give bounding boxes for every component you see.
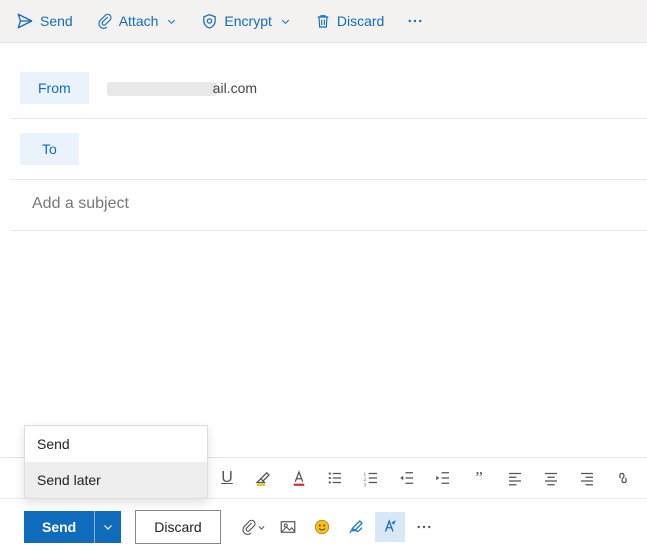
quote-button[interactable]: ” xyxy=(464,463,494,493)
discard-button[interactable]: Discard xyxy=(135,510,220,544)
highlight-button[interactable] xyxy=(248,463,278,493)
align-right-icon xyxy=(578,469,596,487)
chevron-down-icon xyxy=(257,523,266,532)
link-icon xyxy=(614,469,632,487)
send-menu: Send Send later xyxy=(24,425,208,499)
message-headers: From ail.com To xyxy=(0,43,647,231)
send-icon xyxy=(16,12,34,30)
send-command[interactable]: Send xyxy=(6,6,83,36)
highlight-icon xyxy=(254,469,272,487)
redacted-text xyxy=(107,82,217,96)
indent-icon xyxy=(434,469,452,487)
trash-icon xyxy=(315,12,331,30)
format-toggle-icon xyxy=(381,518,399,536)
chevron-down-icon xyxy=(280,16,291,27)
insert-picture-button[interactable] xyxy=(273,512,303,542)
align-center-icon xyxy=(542,469,560,487)
send-split-button: Send xyxy=(24,511,121,543)
shield-icon xyxy=(201,12,218,30)
encrypt-command-label: Encrypt xyxy=(224,13,271,29)
subject-row xyxy=(10,180,647,231)
outdent-button[interactable] xyxy=(392,463,422,493)
quick-actions xyxy=(239,512,439,542)
align-center-button[interactable] xyxy=(536,463,566,493)
link-button[interactable] xyxy=(608,463,638,493)
from-row: From ail.com xyxy=(10,44,647,119)
discard-button-label: Discard xyxy=(154,519,201,535)
outdent-icon xyxy=(398,469,416,487)
attach-file-button[interactable] xyxy=(239,512,269,542)
attach-icon xyxy=(97,12,113,30)
more-actions-button[interactable] xyxy=(409,512,439,542)
send-button-label: Send xyxy=(42,519,76,535)
attach-icon xyxy=(241,518,257,536)
send-dropdown-toggle[interactable] xyxy=(94,511,121,543)
number-list-icon: 123 xyxy=(362,469,380,487)
discard-command-label: Discard xyxy=(337,13,384,29)
send-command-label: Send xyxy=(40,13,73,29)
insert-emoji-button[interactable] xyxy=(307,512,337,542)
attach-command-label: Attach xyxy=(119,13,159,29)
chevron-down-icon xyxy=(166,16,177,27)
from-suffix: ail.com xyxy=(213,80,257,96)
subject-input[interactable] xyxy=(30,194,631,214)
encrypt-command[interactable]: Encrypt xyxy=(191,6,300,36)
number-list-button[interactable]: 123 xyxy=(356,463,386,493)
underline-button[interactable]: U xyxy=(212,463,242,493)
emoji-icon xyxy=(313,518,331,536)
attach-command[interactable]: Attach xyxy=(87,6,188,36)
signature-button[interactable] xyxy=(341,512,371,542)
to-button[interactable]: To xyxy=(20,133,79,165)
font-color-icon xyxy=(290,469,308,487)
svg-text:3: 3 xyxy=(364,482,367,487)
align-left-icon xyxy=(506,469,524,487)
align-right-button[interactable] xyxy=(572,463,602,493)
command-bar: Send Attach Encrypt Discard xyxy=(0,0,647,43)
send-button[interactable]: Send xyxy=(24,511,94,543)
more-icon xyxy=(415,518,433,536)
send-menu-send-later[interactable]: Send later xyxy=(25,462,207,498)
picture-icon xyxy=(279,518,297,536)
action-row: Send Discard xyxy=(0,499,647,555)
more-command[interactable] xyxy=(398,6,432,36)
more-icon xyxy=(406,12,424,30)
from-value[interactable]: ail.com xyxy=(107,80,257,96)
bullet-list-button[interactable] xyxy=(320,463,350,493)
font-color-button[interactable] xyxy=(284,463,314,493)
bullet-list-icon xyxy=(326,469,344,487)
discard-command[interactable]: Discard xyxy=(305,6,394,36)
align-left-button[interactable] xyxy=(500,463,530,493)
chevron-down-icon xyxy=(102,521,114,533)
pen-icon xyxy=(347,518,365,536)
to-row: To xyxy=(10,119,647,180)
send-menu-send-label: Send xyxy=(37,436,70,452)
indent-button[interactable] xyxy=(428,463,458,493)
to-label: To xyxy=(42,141,57,157)
toggle-format-button[interactable] xyxy=(375,512,405,542)
from-button[interactable]: From xyxy=(20,72,89,104)
send-menu-send[interactable]: Send xyxy=(25,426,207,462)
from-label: From xyxy=(38,80,71,96)
send-menu-send-later-label: Send later xyxy=(37,472,101,488)
